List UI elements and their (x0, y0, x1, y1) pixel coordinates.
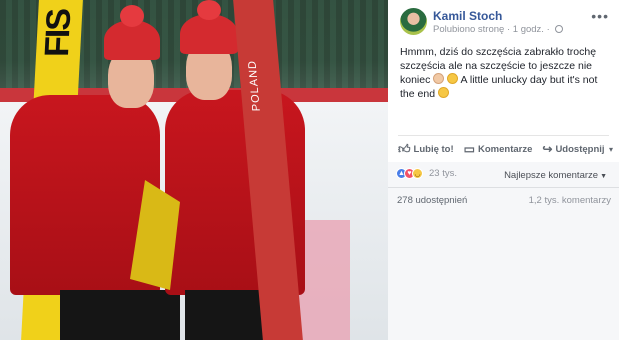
globe-icon (555, 25, 564, 33)
shares-count[interactable]: 278 udostępnień (397, 195, 467, 206)
page-liked-status[interactable]: Polubiono stronę (433, 24, 504, 35)
author-avatar[interactable] (400, 8, 427, 35)
post-text-english: A little unlucky day but it's not the en… (400, 74, 598, 100)
comments-area (388, 162, 619, 340)
right-person-hat (180, 14, 238, 54)
comment-bubble-icon: ▭ (463, 142, 475, 156)
comments-count[interactable]: 1,2 tys. komentarzy (529, 195, 611, 206)
chevron-down-icon: ▼ (600, 173, 607, 180)
post-text: Hmmm, dziś do szczęścia zabrakło trochę … (400, 45, 612, 101)
more-dots-icon[interactable]: ••• (591, 8, 609, 24)
post-timestamp[interactable]: 1 godz. (513, 24, 544, 35)
post-header: Kamil Stoch Polubiono stronę · 1 godz. ·… (388, 0, 619, 40)
stats-divider (388, 187, 619, 188)
smile-emoji-icon (447, 73, 459, 84)
post-photo[interactable]: FIS POLAND (0, 0, 388, 340)
meta-separator: · (506, 24, 511, 35)
author-name[interactable]: Kamil Stoch (433, 9, 502, 23)
smile-emoji-icon-2 (437, 87, 449, 98)
left-person-hat-pompom (120, 5, 144, 27)
ski-brand-text: FIS (37, 10, 79, 57)
comment-button[interactable]: ▭ Komentarze (464, 142, 533, 156)
thumbs-up-icon: 👍︎ (398, 141, 411, 156)
post-actions: 👍︎ Lubię to! ▭ Komentarze ↪ Udostępnij ▾ (388, 136, 619, 162)
meta-separator-2: · (546, 24, 550, 35)
ski-country-text: POLAND (246, 60, 263, 112)
reaction-count: 23 tys. (429, 168, 457, 179)
comment-label: Komentarze (478, 143, 533, 155)
like-button[interactable]: 👍︎ Lubię to! (398, 142, 454, 157)
reactions-summary[interactable]: ▲ ♥ ◡ 23 tys. (396, 168, 457, 179)
post-panel: Kamil Stoch Polubiono stronę · 1 godz. ·… (388, 0, 619, 340)
share-arrow-icon: ↪ (542, 142, 553, 156)
comment-sort-dropdown[interactable]: Najlepsze komentarze ▼ (504, 170, 607, 181)
like-label: Lubię to! (413, 143, 454, 155)
post-meta: Polubiono stronę · 1 godz. · (433, 24, 564, 35)
comment-sort-label: Najlepsze komentarze (504, 170, 599, 181)
share-label: Udostępnij (555, 143, 605, 155)
share-button[interactable]: ↪ Udostępnij (542, 142, 604, 156)
flexed-biceps-emoji-icon (433, 73, 445, 84)
right-person-hat-pompom (197, 0, 221, 20)
left-person-pants (60, 290, 180, 340)
share-dropdown-icon[interactable]: ▾ (609, 145, 613, 154)
haha-reaction-icon: ◡ (412, 168, 423, 179)
